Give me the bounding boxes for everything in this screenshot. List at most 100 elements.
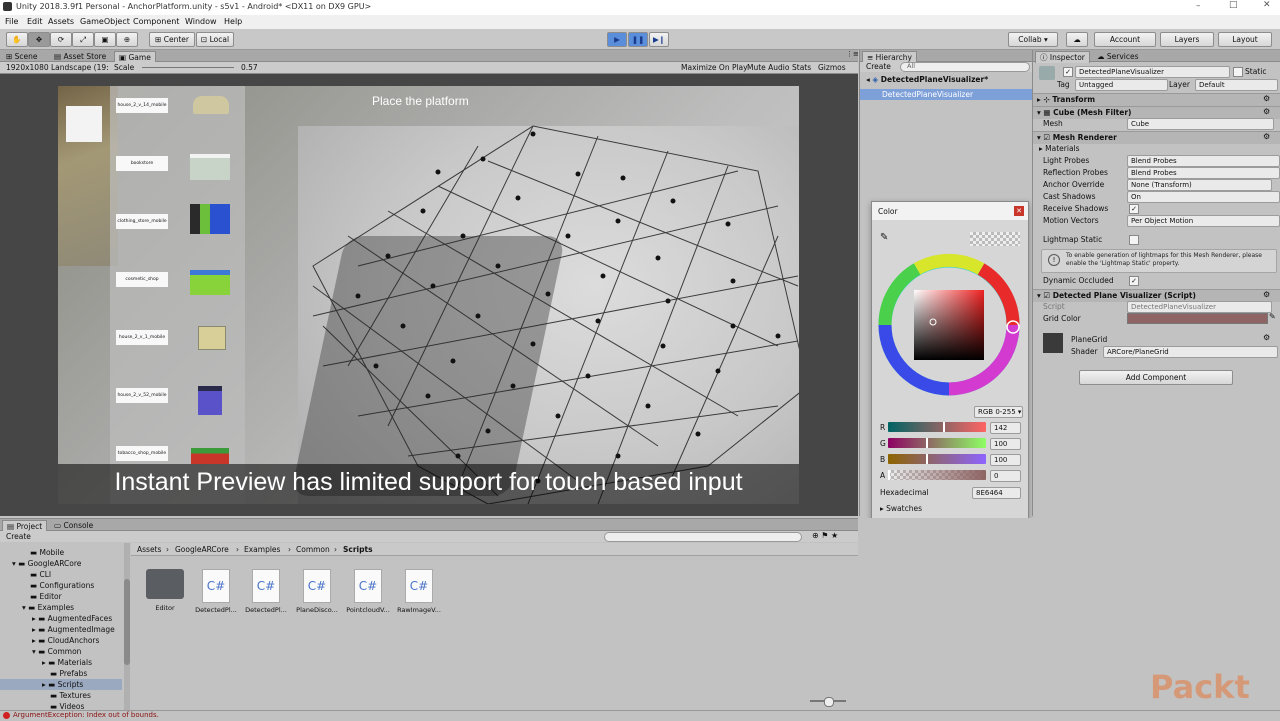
channel-g-value[interactable]: 100 (990, 438, 1021, 450)
menu-component[interactable]: Component (133, 17, 179, 26)
tree-augmentedimage[interactable]: ▸ ▬ AugmentedImage (32, 625, 115, 634)
tab-scene[interactable]: ⊞ Scene (2, 51, 42, 62)
resolution-dropdown[interactable]: 1920x1080 Landscape (19: (6, 63, 109, 72)
tree-editor[interactable]: ▬ Editor (30, 592, 62, 601)
breadcrumb-googlearcore[interactable]: GoogleARCore (175, 545, 229, 554)
scale-slider[interactable] (142, 67, 234, 68)
project-search-input[interactable] (604, 532, 802, 542)
building-thumbnail-1[interactable] (193, 96, 229, 114)
catalog-item-1[interactable]: house_2_v_14_mobile (116, 98, 168, 113)
channel-g-handle[interactable] (926, 438, 928, 448)
active-checkbox[interactable]: ✓ (1063, 67, 1073, 77)
materials-foldout[interactable]: ▸ Materials (1039, 144, 1080, 153)
account-button[interactable]: Account (1094, 32, 1156, 47)
channel-r-slider[interactable] (888, 422, 986, 432)
status-error-message[interactable]: ArgumentException: Index out of bounds. (13, 711, 159, 719)
layer-dropdown[interactable]: Default (1195, 79, 1278, 91)
asset-script-4[interactable]: C# PointcloudV... (346, 569, 390, 614)
tree-examples[interactable]: ▾ ▬ Examples (22, 603, 74, 612)
rect-tool-button[interactable]: ▣ (94, 32, 116, 47)
pivot-local-button[interactable]: ⊡ Local (196, 32, 234, 47)
hierarchy-create-button[interactable]: Create (866, 62, 891, 71)
tag-dropdown[interactable]: Untagged (1075, 79, 1168, 91)
channel-r-handle[interactable] (943, 422, 945, 432)
hierarchy-search-input[interactable]: All (900, 62, 1030, 72)
grid-color-field[interactable] (1127, 313, 1268, 324)
gizmos-dropdown[interactable]: Gizmos (818, 63, 846, 72)
script-settings-icon[interactable]: ⚙ (1263, 290, 1270, 299)
hand-tool-button[interactable]: ✋ (6, 32, 28, 47)
move-tool-button[interactable]: ✥ (28, 32, 50, 47)
asset-editor-folder[interactable]: Editor (143, 569, 187, 612)
transform-header[interactable]: ▸ ⊹ Transform ⚙ (1033, 93, 1280, 106)
cloud-button[interactable]: ☁ (1066, 32, 1088, 47)
menu-window[interactable]: Window (185, 17, 217, 26)
tree-cloudanchors[interactable]: ▸ ▬ CloudAnchors (32, 636, 99, 645)
building-thumbnail-2[interactable] (190, 154, 230, 180)
tab-asset-store[interactable]: ▤ Asset Store (50, 51, 110, 62)
catalog-item-4[interactable]: cosmetic_shop (116, 272, 168, 287)
asset-script-3[interactable]: C# PlaneDisco... (295, 569, 339, 614)
selected-object-row[interactable]: DetectedPlaneVisualizer (860, 89, 1032, 100)
tab-inspector[interactable]: ⓘ Inspector (1035, 51, 1090, 63)
breadcrumb-examples[interactable]: Examples (244, 545, 280, 554)
dynamic-occluded-checkbox[interactable]: ✓ (1129, 276, 1139, 286)
breadcrumb-common[interactable]: Common (296, 545, 330, 554)
receive-shadows-checkbox[interactable]: ✓ (1129, 204, 1139, 214)
lightmap-static-checkbox[interactable] (1129, 235, 1139, 245)
close-icon[interactable]: ✕ (1263, 0, 1271, 10)
panel-menu-icon[interactable]: ⋮≡ (846, 50, 859, 58)
asset-size-slider[interactable] (810, 697, 846, 707)
add-component-button[interactable]: Add Component (1079, 370, 1233, 385)
scene-root-item[interactable]: ◂ ◈ DetectedPlaneVisualizer* (866, 75, 988, 84)
eyedropper-icon[interactable]: ✎ (880, 232, 888, 243)
tree-scripts-selected[interactable]: ▸ ▬ Scripts (0, 679, 122, 690)
maximize-icon[interactable]: □ (1229, 0, 1238, 10)
game-view-camera-feed[interactable]: house_2_v_14_mobile bookstore clothing_s… (58, 86, 799, 504)
material-settings-icon[interactable]: ⚙ (1263, 333, 1270, 342)
tree-materials[interactable]: ▸ ▬ Materials (42, 658, 92, 667)
layout-button[interactable]: Layout (1218, 32, 1272, 47)
motion-vectors-dropdown[interactable]: Per Object Motion (1127, 215, 1280, 227)
menu-file[interactable]: File (5, 17, 18, 26)
breadcrumb-assets[interactable]: Assets (137, 545, 161, 554)
hue-wheel[interactable] (876, 252, 1026, 402)
mesh-field[interactable]: Cube (1127, 118, 1274, 130)
channel-b-slider[interactable] (888, 454, 986, 464)
project-tree-scroll-thumb[interactable] (124, 579, 130, 665)
rotate-tool-button[interactable]: ⟳ (50, 32, 72, 47)
collab-button[interactable]: Collab ▾ (1008, 32, 1058, 47)
layers-button[interactable]: Layers (1160, 32, 1214, 47)
asset-script-2[interactable]: C# DetectedPl... (244, 569, 288, 614)
menu-assets[interactable]: Assets (48, 17, 74, 26)
color-mode-dropdown[interactable]: RGB 0-255 ▾ (974, 406, 1023, 418)
grid-color-eyedropper-icon[interactable]: ✎ (1269, 312, 1276, 321)
channel-b-value[interactable]: 100 (990, 454, 1021, 466)
asset-script-5[interactable]: C# RawImageV... (397, 569, 441, 614)
tree-textures[interactable]: ▬ Textures (50, 691, 91, 700)
reflection-probes-dropdown[interactable]: Blend Probes (1127, 167, 1280, 179)
building-thumbnail-5[interactable] (198, 326, 226, 350)
tree-augmentedfaces[interactable]: ▸ ▬ AugmentedFaces (32, 614, 112, 623)
channel-a-slider[interactable] (888, 470, 986, 480)
building-thumbnail-6[interactable] (198, 386, 222, 415)
mesh-renderer-settings-icon[interactable]: ⚙ (1263, 132, 1270, 141)
tree-mobile[interactable]: ▬ Mobile (30, 548, 64, 557)
transform-settings-icon[interactable]: ⚙ (1263, 94, 1270, 103)
catalog-item-7[interactable]: tobacco_shop_mobile (116, 446, 168, 461)
catalog-item-6[interactable]: house_2_v_52_mobile (116, 388, 168, 403)
catalog-item-5[interactable]: house_2_v_1_mobile (116, 330, 168, 345)
asset-script-1[interactable]: C# DetectedPl... (194, 569, 238, 614)
tab-services[interactable]: ☁ Services (1093, 51, 1143, 62)
tree-cli[interactable]: ▬ CLI (30, 570, 51, 579)
tree-prefabs[interactable]: ▬ Prefabs (50, 669, 87, 678)
menu-help[interactable]: Help (224, 17, 242, 26)
breadcrumb-scripts[interactable]: Scripts (343, 545, 373, 554)
minimize-icon[interactable]: – (1196, 1, 1201, 11)
mute-audio-toggle[interactable]: Mute Audio (747, 63, 789, 72)
scale-tool-button[interactable]: ⤢ (72, 32, 94, 47)
pivot-center-button[interactable]: ⊞ Center (149, 32, 195, 47)
object-name-input[interactable]: DetectedPlaneVisualizer (1075, 66, 1230, 78)
static-checkbox[interactable] (1233, 67, 1243, 77)
shader-dropdown[interactable]: ARCore/PlaneGrid (1103, 346, 1278, 358)
